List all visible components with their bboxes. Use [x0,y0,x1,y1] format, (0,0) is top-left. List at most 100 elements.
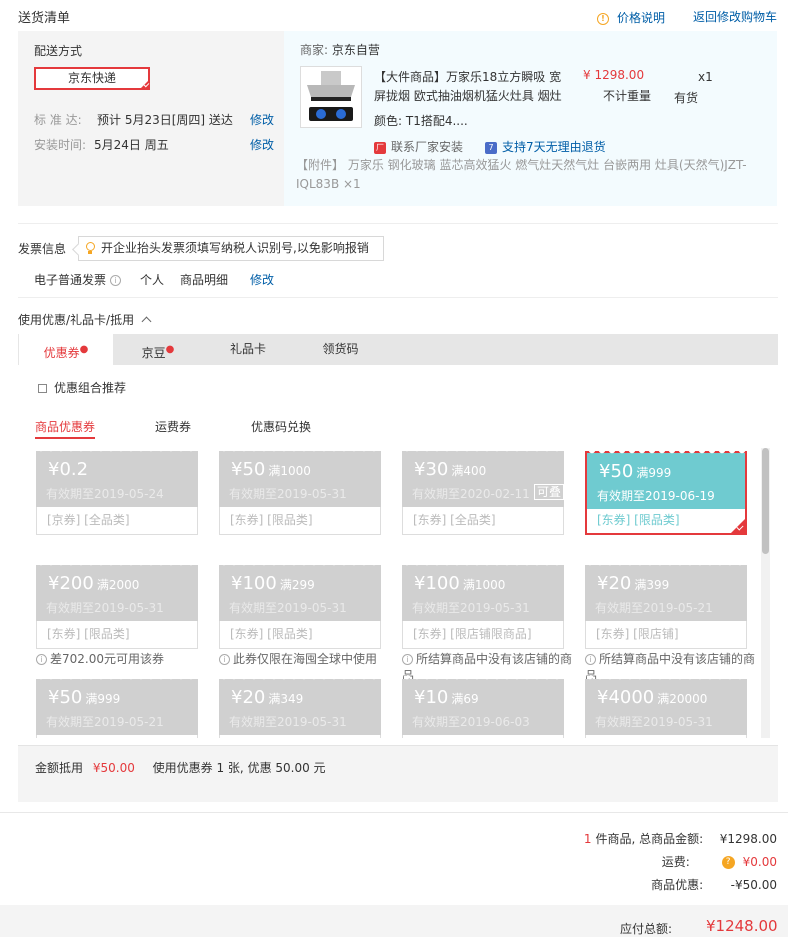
install-time-edit-link[interactable]: 修改 [250,136,274,153]
invoice-edit-link[interactable]: 修改 [250,271,274,288]
install-service-icon: 厂 [374,141,386,154]
info-icon[interactable]: i [109,275,121,286]
coupon-tags [402,735,564,738]
merchant-panel: 商家: 京东自营 【大件商品】万家乐18立方瞬吸 宽 屏拢烟 欧式抽油烟机猛火灶… [284,31,777,206]
coupon-condition: 满69 [451,692,479,706]
coupon-card[interactable]: ¥100 满299 有效期至2019-05-31 [东券] [限品类] i 此券仅限在海囤… [219,562,381,666]
coupon-card[interactable]: ¥50 满1000 有效期至2019-05-31 [东券] [限品类] [219,448,381,535]
tab-coupons[interactable]: 优惠券● [19,334,113,365]
tab-pickup-code[interactable]: 领货码 [293,334,388,365]
coupon-card[interactable]: ¥20 满399 有效期至2019-05-21 [东券] [限店铺] i 所结算商品中没有… [585,562,755,683]
product-image[interactable] [300,66,362,128]
coupon-scrollbar[interactable] [761,448,770,738]
tab-jingdou[interactable]: 京豆● [113,334,203,365]
subtab-shipping-coupons[interactable]: 运费券 [155,418,191,435]
coupon-face: ¥10 满69 有效期至2019-06-03 [402,676,564,738]
coupon-amount-value: ¥50 [48,687,83,708]
coupon-card[interactable]: ¥10 满69 有效期至2019-06-03 [402,676,564,738]
selected-check-icon [139,79,150,90]
coupon-card[interactable]: ¥20 满349 有效期至2019-05-31 [219,676,381,738]
divider [18,297,778,298]
coupon-condition: 满400 [451,464,487,478]
coupon-expiry: 有效期至2019-05-24 [46,487,164,501]
coupon-amount: ¥0.2 [48,459,91,480]
coupon-card[interactable]: ¥50 满999 有效期至2019-06-19 [东券] [限品类] [585,450,747,535]
payable-label: 应付总额: [620,922,673,936]
coupon-face: ¥20 满349 有效期至2019-05-31 [219,676,381,738]
selected-check-icon [731,519,745,533]
discount-tabs: 优惠券● 京豆● 礼品卡 领货码 [18,334,778,365]
combo-recommend-checkbox[interactable]: 优惠组合推荐 [38,379,126,396]
invoice-tip: 开企业抬头发票须填写纳税人识别号,以免影响报销 [78,236,384,261]
coupon-condition: 满349 [268,692,304,706]
coupon-amount: ¥10 满69 [414,687,479,708]
install-time-label: 安装时间: [34,138,87,152]
coupon-note-text: 此券仅限在海囤全球中使用 [233,652,378,666]
coupon-expiry: 有效期至2019-05-31 [412,601,530,615]
discount-section-toggle[interactable]: 使用优惠/礼品卡/抵用 [18,311,152,328]
standard-delivery-edit-link[interactable]: 修改 [250,111,274,128]
coupon-amount: ¥30 满400 [414,459,486,480]
page-title: 送货清单 [18,11,71,26]
summary-shipping: 运费: ? ¥0.00 [661,855,777,869]
coupon-expiry: 有效期至2019-05-31 [46,601,164,615]
coupon-amount: ¥20 满399 [597,573,669,594]
coupon-amount: ¥100 满1000 [414,573,505,594]
coupon-card[interactable]: ¥200 满2000 有效期至2019-05-31 [东券] [限品类] i 差702.0… [36,562,198,666]
stackable-tag: 可叠 [533,484,564,500]
standard-delivery-value: 预计 5月23日[周四] 送达 [97,113,233,127]
coupon-expiry: 有效期至2019-06-03 [412,715,530,729]
price-info-link[interactable]: ! 价格说明 [597,9,665,26]
coupon-amount-value: ¥30 [414,459,449,480]
standard-delivery-label: 标 准 达: [34,113,82,127]
product-title[interactable]: 【大件商品】万家乐18立方瞬吸 宽 屏拢烟 欧式抽油烟机猛火灶具 烟灶 [374,68,574,106]
coupon-card[interactable]: ¥50 满999 有效期至2019-05-21 [36,676,198,738]
coupon-expiry: 有效期至2020-02-11 [412,487,530,501]
coupon-face: ¥30 满400 有效期至2020-02-11 可叠 [402,448,564,511]
coupon-tags: [东券] [限店铺] [585,621,747,649]
subtab-promo-code[interactable]: 优惠码兑换 [251,418,311,435]
service-install[interactable]: 厂联系厂家安装 [374,138,463,155]
shipping-panel: 配送方式 京东快递 标 准 达: 预计 5月23日[周四] 送达 修改 安装时间… [18,31,284,206]
tab-gift-card[interactable]: 礼品卡 [203,334,293,365]
summary-discount: 商品优惠: -¥50.00 [651,878,777,892]
coupon-grid: ¥0.2 有效期至2019-05-24 [京券] [全品类] ¥50 满1000 有效期至… [18,448,758,738]
coupon-condition: 满399 [634,578,670,592]
coupon-amount-value: ¥50 [231,459,266,480]
coupon-face: ¥200 满2000 有效期至2019-05-31 [36,562,198,625]
service-return[interactable]: 7 支持7天无理由退货 [485,138,606,155]
product-price: ¥ 1298.00 [583,68,645,82]
summary-total-goods: 1 件商品, 总商品金额: ¥1298.00 [583,832,777,846]
back-to-cart-link[interactable]: 返回修改购物车 [693,8,777,25]
coupon-card[interactable]: ¥4000 满20000 有效期至2019-05-31 [585,676,747,738]
coupon-amount-value: ¥10 [414,687,449,708]
payable-bar: 应付总额: ¥1248.00 [0,905,788,937]
product-attachment: 【附件】 万家乐 钢化玻璃 蓝芯高效猛火 燃气灶天然气灶 台嵌两用 灶具(天然气… [296,158,747,191]
info-icon: i [402,654,413,665]
coupon-condition: 满1000 [462,578,506,592]
coupon-tags [36,735,198,738]
coupon-amount: ¥50 满999 [48,687,120,708]
coupon-expiry: 有效期至2019-05-31 [229,715,347,729]
shipping-method-button[interactable]: 京东快递 [34,67,150,90]
coupon-amount: ¥20 满349 [231,687,303,708]
coupon-tags: [东券] [全品类] [402,507,564,535]
lightbulb-icon [86,242,95,254]
return-service-icon: 7 [485,141,497,154]
subtab-product-coupons[interactable]: 商品优惠券 [35,418,96,439]
coupon-card[interactable]: ¥100 满1000 有效期至2019-05-31 [东券] [限店铺限商品] i 所结算… [402,562,572,683]
coupon-card[interactable]: ¥30 满400 有效期至2020-02-11 可叠 [东券] [全品类] [402,448,564,535]
product-quantity: x1 [698,70,713,84]
coupon-amount: ¥4000 满20000 [597,687,707,708]
coupon-amount-value: ¥100 [414,573,460,594]
question-icon[interactable]: ? [721,856,735,869]
coupon-tags: [东券] [限店铺限商品] [402,621,564,649]
divider [18,223,778,224]
invoice-label: 发票信息 [18,242,67,256]
coupon-amount: ¥50 满1000 [231,459,311,480]
coupon-tags [219,735,381,738]
scrollbar-thumb[interactable] [762,448,769,554]
coupon-card[interactable]: ¥0.2 有效期至2019-05-24 [京券] [全品类] [36,448,198,535]
product-stock: 有货 [674,91,699,105]
coupon-face: ¥4000 满20000 有效期至2019-05-31 [585,676,747,738]
